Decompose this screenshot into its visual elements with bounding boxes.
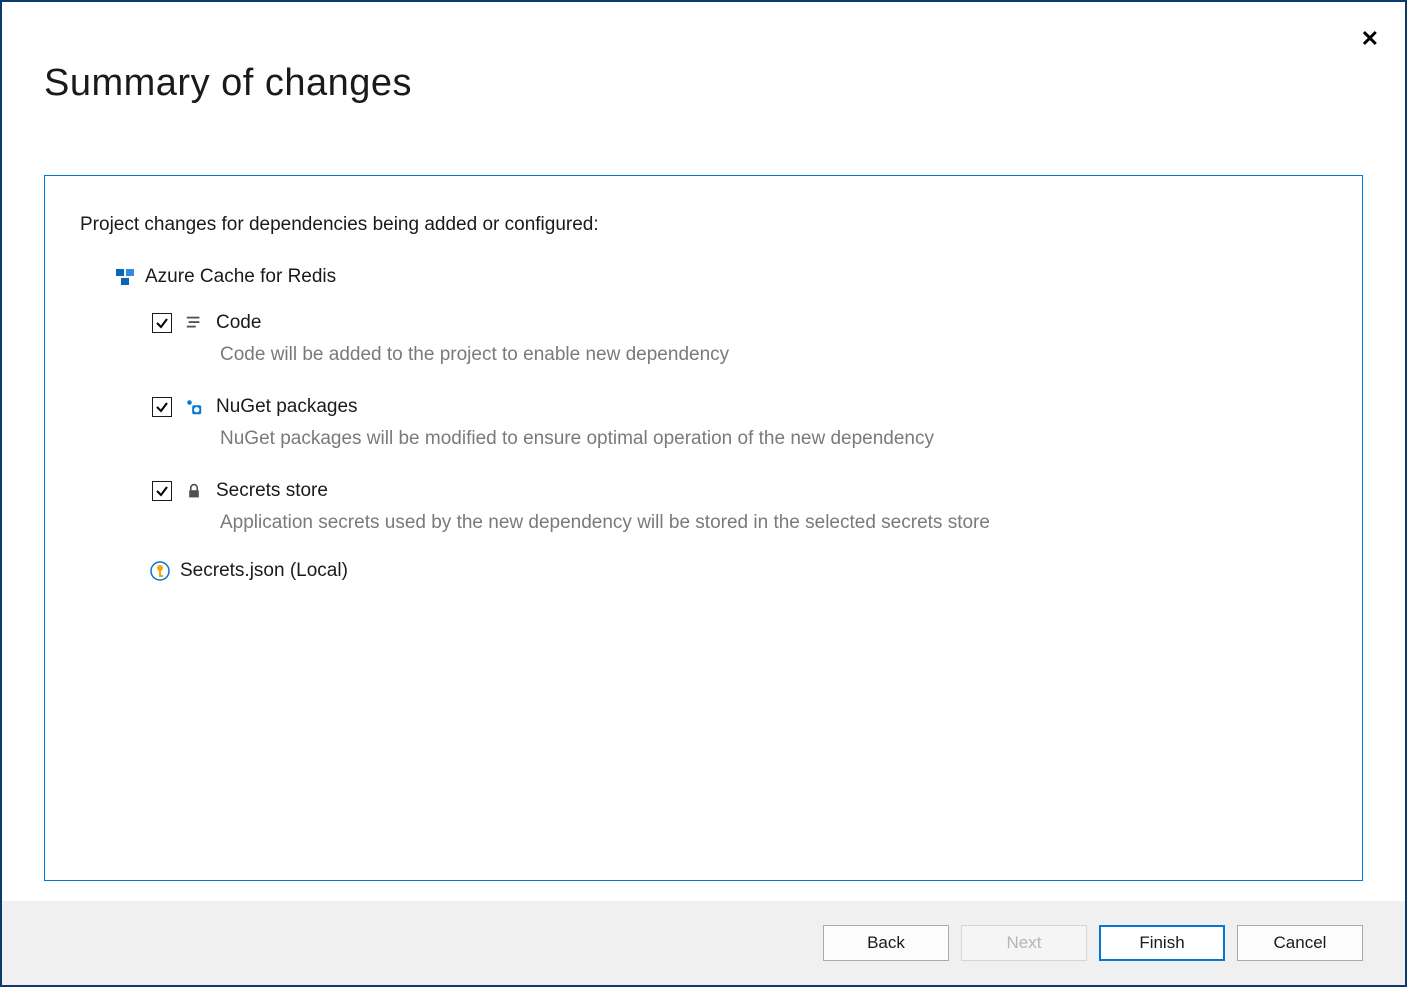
change-label-secrets: Secrets store xyxy=(216,480,328,502)
change-item-code: Code Code will be added to the project t… xyxy=(152,312,1327,366)
change-description-secrets: Application secrets used by the new depe… xyxy=(220,512,1327,534)
change-description-code: Code will be added to the project to ena… xyxy=(220,344,1327,366)
intro-text: Project changes for dependencies being a… xyxy=(80,214,1327,236)
change-label-nuget: NuGet packages xyxy=(216,396,358,418)
cancel-button[interactable]: Cancel xyxy=(1237,925,1363,961)
dependency-name: Azure Cache for Redis xyxy=(145,266,336,288)
content-panel: Project changes for dependencies being a… xyxy=(44,175,1363,881)
change-label-code: Code xyxy=(216,312,261,334)
dependency-section: Azure Cache for Redis xyxy=(115,266,1327,582)
button-bar: Back Next Finish Cancel xyxy=(2,901,1405,985)
checkbox-secrets[interactable] xyxy=(152,481,172,501)
change-item-secrets: Secrets store Application secrets used b… xyxy=(152,480,1327,534)
secrets-target-label: Secrets.json (Local) xyxy=(180,560,348,582)
change-item-nuget: NuGet packages NuGet packages will be mo… xyxy=(152,396,1327,450)
checkbox-code[interactable] xyxy=(152,313,172,333)
summary-dialog: ✕ Summary of changes Project changes for… xyxy=(0,0,1407,987)
dependency-header: Azure Cache for Redis xyxy=(115,266,1327,288)
checkbox-nuget[interactable] xyxy=(152,397,172,417)
nuget-icon xyxy=(184,397,204,417)
content-wrapper: Project changes for dependencies being a… xyxy=(2,125,1405,901)
secrets-target: Secrets.json (Local) xyxy=(150,560,1327,582)
back-button[interactable]: Back xyxy=(823,925,949,961)
change-description-nuget: NuGet packages will be modified to ensur… xyxy=(220,428,1327,450)
code-icon xyxy=(184,313,204,333)
dialog-title: Summary of changes xyxy=(2,2,1405,125)
lock-icon xyxy=(184,481,204,501)
azure-redis-icon xyxy=(115,267,135,287)
key-icon xyxy=(150,561,170,581)
close-icon[interactable]: ✕ xyxy=(1361,28,1379,50)
change-list: Code Code will be added to the project t… xyxy=(152,312,1327,534)
next-button: Next xyxy=(961,925,1087,961)
finish-button[interactable]: Finish xyxy=(1099,925,1225,961)
